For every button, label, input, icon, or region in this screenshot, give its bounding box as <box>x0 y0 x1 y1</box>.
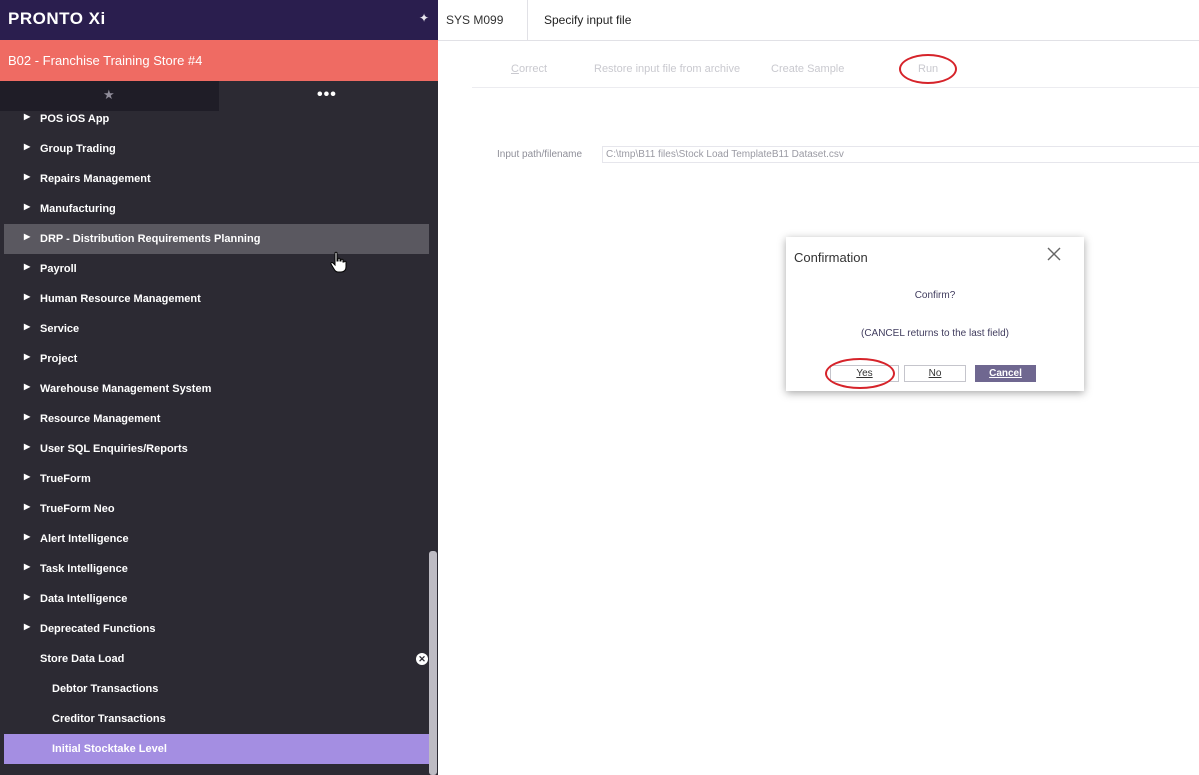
menu-item-trueform[interactable]: ▶ TrueForm <box>4 464 429 494</box>
menu-item-label: Creditor Transactions <box>52 713 166 725</box>
menu-item-label: Debtor Transactions <box>52 683 159 695</box>
menu-item-creditor-transactions[interactable]: Creditor Transactions <box>4 704 429 734</box>
menu-item-label: TrueForm <box>40 473 91 485</box>
menu-item-drp[interactable]: ▶ DRP - Distribution Requirements Plannin… <box>4 224 429 254</box>
dialog-hint: (CANCEL returns to the last field) <box>860 328 1010 339</box>
menu-item-debtor-transactions[interactable]: Debtor Transactions <box>4 674 429 704</box>
menu-item-service[interactable]: ▶ Service <box>4 314 429 344</box>
star-icon: ★ <box>103 87 115 102</box>
program-code-box: SYS M099 <box>438 0 528 40</box>
menu-item-label: Resource Management <box>40 413 161 425</box>
menu-item-label: Project <box>40 353 78 365</box>
annotation-circle-yes <box>825 358 895 389</box>
menu-item-label: TrueForm Neo <box>40 503 115 515</box>
no-button[interactable]: No <box>904 365 966 382</box>
expand-triangle-icon: ▶ <box>24 622 31 631</box>
expand-triangle-icon: ▶ <box>24 232 31 241</box>
create-sample-label: Create Sample <box>771 63 845 75</box>
menu-item-alert-intelligence[interactable]: ▶ Alert Intelligence <box>4 524 429 554</box>
correct-button[interactable]: Correct <box>511 63 547 76</box>
menu-item-label: DRP - Distribution Requirements Planning <box>40 233 261 245</box>
navigation-sidebar: PRONTO Xi ✦ B02 - Franchise Training Sto… <box>0 0 438 775</box>
menu-item-deprecated-functions[interactable]: ▶ Deprecated Functions <box>4 614 429 644</box>
input-path-field[interactable]: C:\tmp\B11 files\Stock Load TemplateB11 … <box>602 146 1199 163</box>
menu-item-human-resource-management[interactable]: ▶ Human Resource Management <box>4 284 429 314</box>
more-icon: ••• <box>317 86 337 103</box>
expand-triangle-icon: ▶ <box>24 442 31 451</box>
menu-item-trueform-neo[interactable]: ▶ TrueForm Neo <box>4 494 429 524</box>
correct-label-rest: orrect <box>518 63 548 75</box>
dialog-message: Confirm? <box>914 290 956 301</box>
menu-item-label: POS iOS App <box>40 113 110 125</box>
no-label: No <box>928 368 942 379</box>
expand-triangle-icon: ▶ <box>24 112 31 121</box>
dialog-title: Confirmation <box>794 250 868 265</box>
menu-item-label: Payroll <box>40 263 77 275</box>
menu-item-initial-stocktake-level[interactable]: Initial Stocktake Level <box>4 734 429 764</box>
menu-item-label: Task Intelligence <box>40 563 128 575</box>
menu-item-pos-ios-app[interactable]: ▶ POS iOS App <box>4 104 429 134</box>
expand-triangle-icon: ▶ <box>24 172 31 181</box>
menu-item-payroll[interactable]: ▶ Payroll <box>4 254 429 284</box>
program-title: Specify input file <box>544 13 632 27</box>
store-selector[interactable]: B02 - Franchise Training Store #4 <box>0 40 438 81</box>
menu-item-label: Manufacturing <box>40 203 116 215</box>
menu-item-group-trading[interactable]: ▶ Group Trading <box>4 134 429 164</box>
menu-list: ▶ POS iOS App ▶ Group Trading ▶ Repairs Man… <box>4 104 429 775</box>
menu-item-repairs-management[interactable]: ▶ Repairs Management <box>4 164 429 194</box>
menu-item-label: Warehouse Management System <box>40 383 212 395</box>
menu-item-manufacturing[interactable]: ▶ Manufacturing <box>4 194 429 224</box>
expand-triangle-icon: ▶ <box>24 382 31 391</box>
brand-bar: PRONTO Xi ✦ <box>0 0 438 40</box>
store-label: B02 - Franchise Training Store #4 <box>8 53 203 68</box>
menu-item-label: Human Resource Management <box>40 293 201 305</box>
expand-triangle-icon: ▶ <box>24 592 31 601</box>
menu-item-task-intelligence[interactable]: ▶ Task Intelligence <box>4 554 429 584</box>
create-sample-button[interactable]: Create Sample <box>771 63 844 76</box>
menu-item-label: Alert Intelligence <box>40 533 129 545</box>
expand-triangle-icon: ▶ <box>24 502 31 511</box>
pronto-logo: PRONTO Xi <box>8 9 106 28</box>
restore-label: Restore input file from archive <box>594 63 741 75</box>
menu-item-data-intelligence[interactable]: ▶ Data Intelligence <box>4 584 429 614</box>
expand-triangle-icon: ▶ <box>24 262 31 271</box>
expand-triangle-icon: ▶ <box>24 202 31 211</box>
pin-icon[interactable]: ✦ <box>419 11 429 25</box>
expand-triangle-icon: ▶ <box>24 352 31 361</box>
cancel-label: Cancel <box>989 368 1022 379</box>
close-circle-icon[interactable]: ✕ <box>416 653 428 665</box>
menu-item-label: User SQL Enquiries/Reports <box>40 443 188 455</box>
menu-item-label: Initial Stocktake Level <box>52 743 167 755</box>
expand-triangle-icon: ▶ <box>24 142 31 151</box>
menu-item-label: Store Data Load <box>40 653 125 665</box>
menu-item-label: Repairs Management <box>40 173 151 185</box>
menu-item-warehouse-management-system[interactable]: ▶ Warehouse Management System <box>4 374 429 404</box>
menu-item-project[interactable]: ▶ Project <box>4 344 429 374</box>
sidebar-scrollbar[interactable] <box>429 551 437 775</box>
expand-triangle-icon: ▶ <box>24 412 31 421</box>
menu-item-label: Group Trading <box>40 143 116 155</box>
menu-item-resource-management[interactable]: ▶ Resource Management <box>4 404 429 434</box>
restore-archive-button[interactable]: Restore input file from archive <box>594 63 740 76</box>
annotation-circle-run <box>899 54 957 84</box>
input-path-label: Input path/filename <box>497 149 583 160</box>
expand-triangle-icon: ▶ <box>24 322 31 331</box>
program-code: SYS M099 <box>446 13 504 27</box>
program-header: SYS M099 Specify input file <box>438 0 1199 41</box>
expand-triangle-icon: ▶ <box>24 532 31 541</box>
hand-cursor-icon <box>330 251 347 273</box>
close-icon[interactable] <box>1046 246 1062 262</box>
menu-item-label: Service <box>40 323 80 335</box>
expand-triangle-icon: ▶ <box>24 562 31 571</box>
menu-item-user-sql-enquiries[interactable]: ▶ User SQL Enquiries/Reports <box>4 434 429 464</box>
menu-item-label: Data Intelligence <box>40 593 128 605</box>
expand-triangle-icon: ▶ <box>24 292 31 301</box>
expand-triangle-icon: ▶ <box>24 472 31 481</box>
menu-item-store-data-load[interactable]: Store Data Load ✕ <box>4 644 429 674</box>
cancel-button[interactable]: Cancel <box>975 365 1036 382</box>
menu-item-label: Deprecated Functions <box>40 623 156 635</box>
